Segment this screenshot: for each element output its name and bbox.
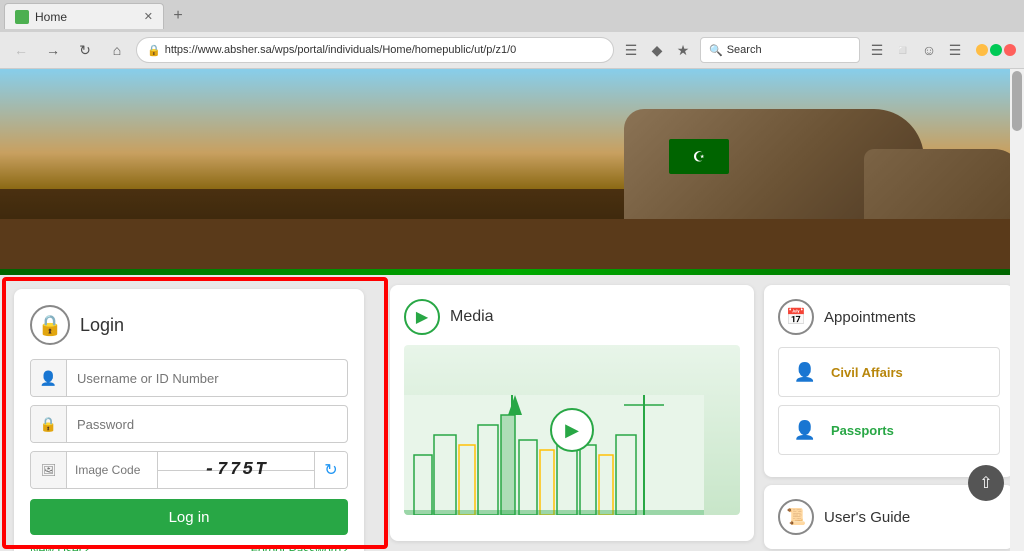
reader-icon[interactable]: ☰ (866, 39, 888, 61)
hero-banner (0, 69, 1024, 269)
home-button[interactable]: ⌂ (104, 37, 130, 63)
password-input[interactable] (67, 406, 347, 442)
search-bar[interactable]: 🔍 Search (700, 37, 860, 63)
tab-close-icon[interactable]: ✕ (144, 10, 153, 23)
media-title: Media (450, 308, 494, 326)
imagecode-label: Image Code (67, 463, 157, 477)
login-header: 🔒 Login (30, 305, 348, 345)
new-tab-button[interactable]: + (164, 3, 192, 29)
forward-button[interactable]: → (40, 37, 66, 63)
login-user-icon: 🔒 (30, 305, 70, 345)
passports-icon: 👤 (789, 414, 821, 446)
users-guide-icon: 📜 (778, 499, 814, 535)
media-play-icon: ▶ (404, 299, 440, 335)
star-icon[interactable]: ★ (672, 39, 694, 61)
tab-bar: Home ✕ + (0, 0, 1024, 32)
media-card: ▶ Media (390, 285, 754, 541)
url-text: https://www.absher.sa/wps/portal/individ… (165, 44, 603, 56)
extensions-icon[interactable]: ◆ (646, 39, 668, 61)
username-input-group: 👤 (30, 359, 348, 397)
appointments-header: 📅 Appointments (778, 299, 1000, 335)
browser-extra-icons: ☰ ◽ ☺ ☰ (866, 39, 966, 61)
appointments-title: Appointments (824, 309, 916, 326)
search-label: Search (727, 44, 762, 56)
login-title: Login (80, 315, 124, 336)
city-skyline-svg (404, 395, 704, 515)
address-bar: ← → ↻ ⌂ 🔒 https://www.absher.sa/wps/port… (0, 32, 1024, 68)
login-panel: 🔒 Login 👤 🔒 🖼 Image Code -775T ↻ (14, 289, 364, 551)
users-guide-title: User's Guide (824, 509, 910, 526)
media-panel: ▶ Media (390, 285, 754, 541)
tab-title: Home (35, 10, 67, 24)
ssl-lock-icon: 🔒 (147, 44, 161, 57)
captcha-group: 🖼 Image Code -775T ↻ (30, 451, 348, 489)
browser-chrome: Home ✕ + ← → ↻ ⌂ 🔒 https://www.absher.sa… (0, 0, 1024, 69)
scrollbar-thumb[interactable] (1012, 71, 1022, 131)
window-controls (976, 44, 1016, 56)
tab-favicon (15, 10, 29, 24)
appointments-calendar-icon: 📅 (778, 299, 814, 335)
civil-affairs-label: Civil Affairs (831, 365, 903, 380)
profile-icon[interactable]: ☺ (918, 39, 940, 61)
refresh-button[interactable]: ↻ (72, 37, 98, 63)
sidebar-icon[interactable]: ◽ (892, 39, 914, 61)
menu-icon[interactable]: ☰ (944, 39, 966, 61)
minimize-button[interactable] (976, 44, 988, 56)
hero-ground (0, 219, 1024, 269)
password-input-group: 🔒 (30, 405, 348, 443)
captcha-icon: 🖼 (31, 452, 67, 488)
scroll-to-top-button[interactable]: ⇧ (968, 465, 1004, 501)
page-content: 🔒 Login 👤 🔒 🖼 Image Code -775T ↻ (0, 69, 1024, 551)
passports-label: Passports (831, 423, 894, 438)
appointments-panel: 📅 Appointments 👤 Civil Affairs 👤 Passpor… (764, 285, 1014, 541)
login-panel-wrapper: 🔒 Login 👤 🔒 🖼 Image Code -775T ↻ (10, 285, 380, 541)
close-button[interactable] (1004, 44, 1016, 56)
civil-affairs-icon: 👤 (789, 356, 821, 388)
captcha-image: -775T (157, 452, 315, 488)
search-icon: 🔍 (709, 44, 723, 57)
login-button[interactable]: Log in (30, 499, 348, 535)
main-content-area: 🔒 Login 👤 🔒 🖼 Image Code -775T ↻ (0, 275, 1024, 551)
passports-item[interactable]: 👤 Passports (778, 405, 1000, 455)
password-lock-icon: 🔒 (31, 406, 67, 442)
saudi-flag (669, 139, 729, 174)
captcha-refresh-icon[interactable]: ↻ (315, 452, 347, 488)
username-icon: 👤 (31, 360, 67, 396)
civil-affairs-item[interactable]: 👤 Civil Affairs (778, 347, 1000, 397)
media-content: ▶ (404, 345, 740, 515)
browser-tab[interactable]: Home ✕ (4, 3, 164, 29)
appointments-card: 📅 Appointments 👤 Civil Affairs 👤 Passpor… (764, 285, 1014, 477)
browser-toolbar-icons: ☰ ◆ ★ (620, 39, 694, 61)
scrollbar[interactable] (1010, 69, 1024, 551)
back-button[interactable]: ← (8, 37, 34, 63)
url-bar[interactable]: 🔒 https://www.absher.sa/wps/portal/indiv… (136, 37, 614, 63)
maximize-button[interactable] (990, 44, 1002, 56)
media-header: ▶ Media (404, 299, 740, 335)
username-input[interactable] (67, 360, 347, 396)
bookmark-icon[interactable]: ☰ (620, 39, 642, 61)
media-play-button[interactable]: ▶ (550, 408, 594, 452)
